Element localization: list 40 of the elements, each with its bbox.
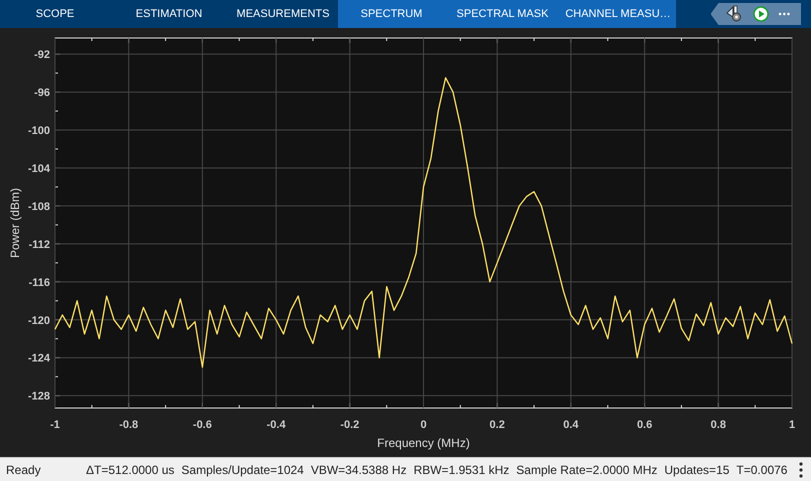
y-axis-label: Power (dBm) xyxy=(8,188,22,258)
y-tick-label: -104 xyxy=(28,162,50,175)
x-tick-label: -0.4 xyxy=(266,419,286,431)
y-tick-label: -100 xyxy=(28,125,50,138)
y-tick-label: -92 xyxy=(34,49,50,62)
status-text: Ready xyxy=(5,462,42,476)
y-tick-label: -116 xyxy=(28,276,50,289)
status-field: RBW=1.9531 kHz xyxy=(414,462,510,476)
x-tick-label: 0 xyxy=(420,419,427,431)
tab[interactable]: MEASUREMENTS xyxy=(228,0,338,28)
x-tick-label: 1 xyxy=(788,419,796,431)
x-tick-label: 0.8 xyxy=(710,419,726,431)
y-tick-label: -128 xyxy=(28,390,50,403)
y-tick-label: -96 xyxy=(34,87,50,100)
x-tick-label: -0.6 xyxy=(192,419,212,431)
y-tick-label: -112 xyxy=(28,238,50,251)
x-tick-label: -1 xyxy=(50,419,60,431)
status-field: Updates=15 xyxy=(664,462,730,476)
y-tick-label: -108 xyxy=(28,200,50,213)
x-tick-label: -0.2 xyxy=(340,419,360,431)
y-tick-label: -120 xyxy=(28,314,50,327)
tab[interactable]: SPECTRUM xyxy=(338,0,445,28)
more-options-icon[interactable] xyxy=(799,462,803,478)
x-tick-label: 0.2 xyxy=(490,419,505,431)
x-tick-label: 0.6 xyxy=(636,419,652,431)
y-tick-label: -124 xyxy=(28,352,50,365)
tab[interactable]: SCOPE xyxy=(0,0,110,28)
play-icon[interactable] xyxy=(752,6,769,22)
status-field: ΔT=512.0000 us xyxy=(86,462,174,476)
status-field: Samples/Update=1024 xyxy=(181,462,304,476)
tab[interactable]: ESTIMATION xyxy=(110,0,228,28)
x-axis-label: Frequency (MHz) xyxy=(377,436,470,450)
status-field: T=0.0076 xyxy=(736,462,788,476)
x-tick-label: -0.8 xyxy=(119,419,138,431)
tab[interactable]: SPECTRAL MASK xyxy=(445,0,560,28)
status-field: VBW=34.5388 Hz xyxy=(310,462,407,476)
more-button[interactable]: ••• xyxy=(778,9,791,19)
tab[interactable]: CHANNEL MEASU… xyxy=(560,0,676,28)
x-tick-label: 0.4 xyxy=(563,419,579,431)
status-field: Sample Rate=2.0000 MHz xyxy=(516,462,658,476)
